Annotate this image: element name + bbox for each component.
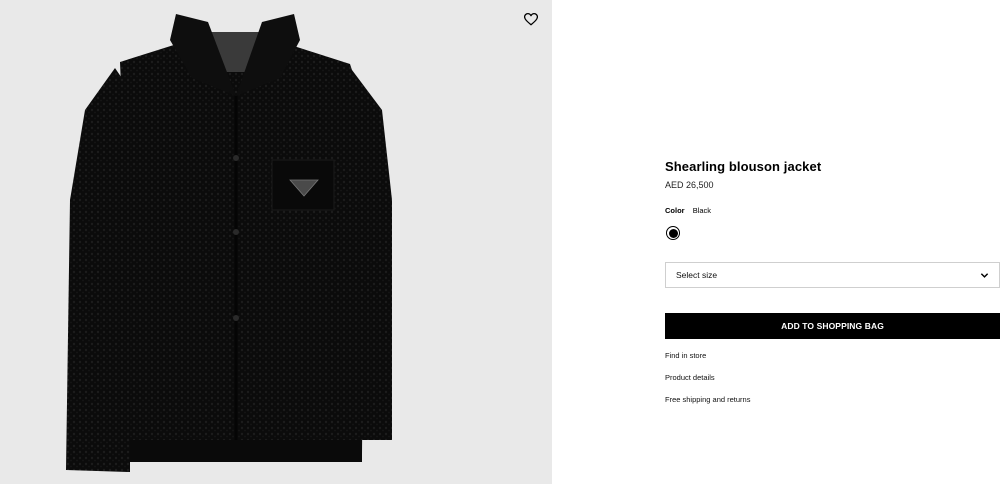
chevron-down-icon [980, 273, 989, 278]
color-label: Color [665, 206, 685, 215]
color-info: Color Black [665, 206, 711, 215]
size-select[interactable]: Select size [665, 262, 1000, 288]
product-price: AED 26,500 [665, 180, 714, 190]
swatch-dot [668, 228, 678, 238]
color-swatch-black[interactable] [666, 226, 680, 240]
shipping-returns-link[interactable]: Free shipping and returns [665, 395, 750, 404]
product-image [66, 14, 392, 472]
color-value: Black [692, 206, 712, 215]
size-select-label: Select size [676, 270, 718, 280]
add-to-bag-button[interactable]: ADD TO SHOPPING BAG [665, 313, 1000, 339]
wishlist-button[interactable] [521, 9, 541, 29]
product-details-link[interactable]: Product details [665, 373, 715, 382]
product-name: Shearling blouson jacket [665, 159, 822, 174]
product-details-panel: Shearling blouson jacket AED 26,500 Colo… [665, 0, 1000, 484]
product-image-panel [0, 0, 552, 484]
heart-icon [524, 12, 538, 25]
product-page: Shearling blouson jacket AED 26,500 Colo… [0, 0, 1000, 484]
find-in-store-link[interactable]: Find in store [665, 351, 706, 360]
